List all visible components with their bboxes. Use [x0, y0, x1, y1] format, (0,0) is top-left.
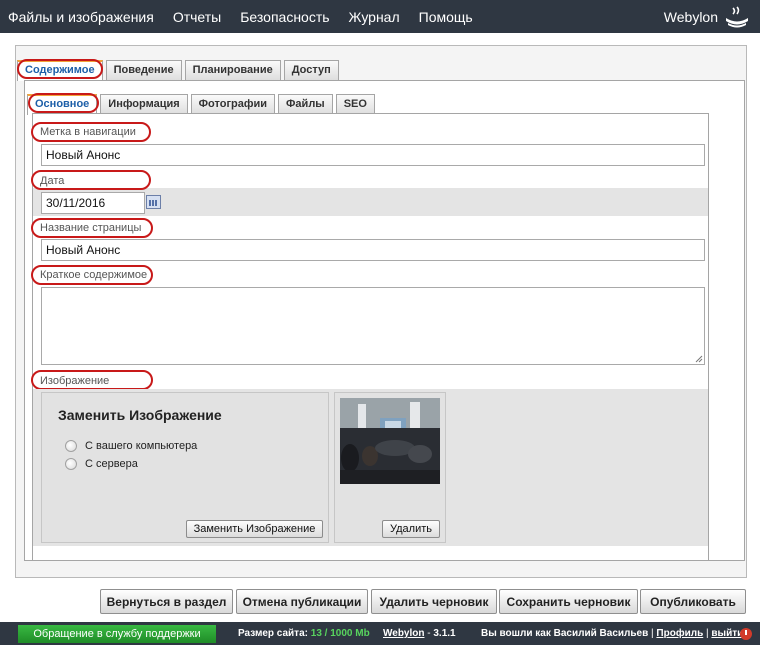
save-draft-button[interactable]: Сохранить черновик [499, 589, 638, 614]
highlight-nav-label [31, 122, 151, 142]
site-size: Размер сайта: 13 / 1000 Mb [238, 622, 370, 645]
brand: Webylon [664, 0, 750, 33]
version-number: 3.1.1 [433, 628, 456, 639]
option-from-computer-label: С вашего компьютера [85, 440, 198, 452]
power-icon[interactable] [740, 628, 752, 640]
nav-label-input[interactable]: Новый Анонс [41, 144, 705, 166]
user-name: Василий Васильев [553, 628, 649, 639]
status-bar: Обращение в службу поддержки Размер сайт… [0, 622, 760, 645]
subtab-photos[interactable]: Фотографии [190, 94, 276, 114]
product-link[interactable]: Webylon [383, 628, 424, 639]
replace-image-title: Заменить Изображение [58, 407, 222, 423]
site-size-value: 13 / 1000 Mb [310, 628, 370, 639]
support-button[interactable]: Обращение в службу поддержки [18, 625, 216, 643]
unpublish-button[interactable]: Отмена публикации [236, 589, 368, 614]
publish-button[interactable]: Опубликовать [640, 589, 746, 614]
tab-behaviour[interactable]: Поведение [105, 60, 182, 80]
event-photo-thumbnail [340, 398, 440, 484]
radio-from-computer[interactable] [65, 440, 77, 452]
menu-journal[interactable]: Журнал [349, 9, 400, 25]
highlight-subtab-main [28, 93, 99, 113]
subtab-files[interactable]: Файлы [278, 94, 333, 114]
date-input[interactable]: 30/11/2016 [41, 192, 145, 214]
highlight-summary [31, 265, 153, 285]
delete-draft-button[interactable]: Удалить черновик [371, 589, 497, 614]
menu-help[interactable]: Помощь [419, 9, 473, 25]
tab-access[interactable]: Доступ [283, 60, 339, 80]
main-menu: Файлы и изображения Отчеты Безопасность … [8, 0, 492, 33]
user-info: Вы вошли как Василий Васильев | Профиль … [481, 628, 744, 639]
delete-image-button[interactable]: Удалить [382, 520, 440, 538]
logout-link[interactable]: выйти [711, 628, 743, 639]
site-size-label: Размер сайта: [238, 628, 308, 639]
brand-name: Webylon [663, 8, 718, 25]
subtab-information[interactable]: Информация [100, 94, 188, 114]
radio-from-server[interactable] [65, 458, 77, 470]
menu-reports[interactable]: Отчеты [173, 9, 221, 25]
subtab-seo[interactable]: SEO [335, 94, 375, 114]
resize-grip-icon[interactable] [695, 355, 703, 363]
summary-textarea[interactable] [41, 287, 705, 365]
menu-files-images[interactable]: Файлы и изображения [8, 9, 154, 25]
option-from-server-label: С сервера [85, 458, 138, 470]
highlight-page-title [31, 218, 153, 238]
logged-prefix: Вы вошли как [481, 628, 551, 639]
replace-image-button[interactable]: Заменить Изображение [186, 520, 323, 538]
top-navigation-bar: Файлы и изображения Отчеты Безопасность … [0, 0, 760, 33]
highlight-date [31, 170, 151, 190]
calendar-icon[interactable] [146, 195, 161, 209]
profile-link[interactable]: Профиль [656, 628, 703, 639]
highlight-tab-content [17, 59, 103, 79]
highlight-image [31, 370, 153, 390]
menu-security[interactable]: Безопасность [240, 9, 329, 25]
tab-planning[interactable]: Планирование [184, 60, 281, 80]
page-title-input[interactable]: Новый Анонс [41, 239, 705, 261]
webylon-logo-icon [726, 5, 748, 27]
back-to-section-button[interactable]: Вернуться в раздел [100, 589, 233, 614]
option-from-computer[interactable]: С вашего компьютера [65, 440, 197, 452]
option-from-server[interactable]: С сервера [65, 458, 138, 470]
product-version: Webylon - 3.1.1 [383, 628, 456, 639]
